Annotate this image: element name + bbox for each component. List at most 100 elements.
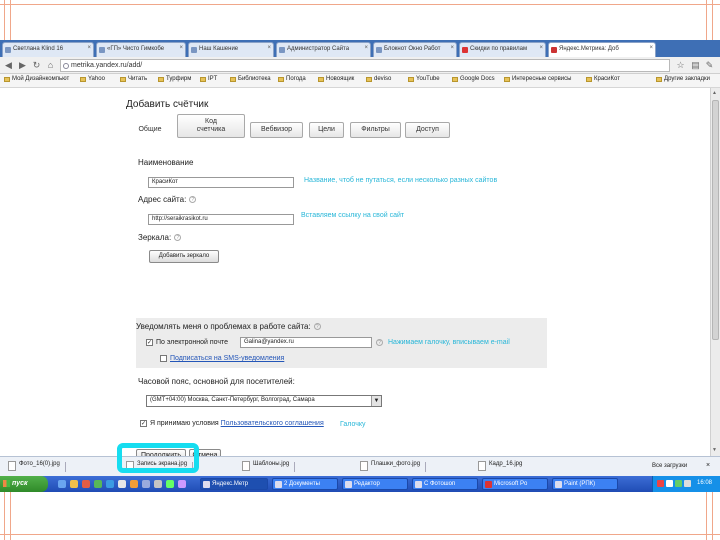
- download-item[interactable]: Кадр_16.jpg: [478, 461, 522, 473]
- notify-title: Уведомлять меня о проблемах в работе сай…: [136, 322, 321, 331]
- download-item[interactable]: Фото_16(0).jpg: [8, 461, 66, 473]
- tab-filters[interactable]: Фильтры: [350, 122, 401, 138]
- quicklaunch-icon[interactable]: [82, 480, 90, 488]
- bookmark-item[interactable]: Читать: [120, 76, 147, 82]
- tray-icon[interactable]: [666, 480, 673, 487]
- close-icon[interactable]: ×: [450, 45, 454, 51]
- quicklaunch-icon[interactable]: [142, 480, 150, 488]
- quicklaunch-icon[interactable]: [106, 480, 114, 488]
- timezone-select[interactable]: (GMT+04:00) Москва, Санкт-Петербург, Вол…: [146, 395, 382, 407]
- close-icon[interactable]: ×: [706, 462, 710, 469]
- sms-checkbox[interactable]: [160, 355, 167, 362]
- close-icon[interactable]: ×: [364, 45, 368, 51]
- reload-icon[interactable]: ↻: [31, 60, 42, 71]
- bookmark-item[interactable]: Турфирм: [158, 76, 191, 82]
- taskbar-button[interactable]: Microsoft Po: [482, 478, 548, 490]
- file-icon: [242, 461, 250, 471]
- agree-checkbox[interactable]: ✓: [140, 420, 147, 427]
- folder-icon: [278, 77, 284, 82]
- tab-general[interactable]: Общие: [126, 122, 174, 138]
- email-checkbox[interactable]: ✓: [146, 339, 153, 346]
- home-icon[interactable]: ⌂: [45, 60, 56, 71]
- browser-tab[interactable]: Светлана Klind 16 ×: [2, 42, 94, 57]
- bookmark-item[interactable]: Другие закладки: [656, 76, 710, 82]
- scroll-thumb[interactable]: [712, 100, 719, 340]
- bookmark-item[interactable]: Google Docs: [452, 76, 495, 82]
- bookmark-item[interactable]: Погода: [278, 76, 306, 82]
- add-mirror-button[interactable]: Добавить зеркало: [149, 250, 219, 263]
- tray-icon[interactable]: [657, 480, 664, 487]
- bookmark-item[interactable]: IPT: [200, 76, 217, 82]
- browser-tab-active[interactable]: Яндекс.Метрика: Доб ×: [548, 42, 656, 57]
- taskbar-button[interactable]: Яндекс.Метр: [200, 478, 268, 490]
- quicklaunch-icon[interactable]: [166, 480, 174, 488]
- quicklaunch-icon[interactable]: [70, 480, 78, 488]
- bookmark-item[interactable]: deviso: [366, 76, 391, 82]
- scroll-down-icon[interactable]: ▼: [712, 447, 719, 454]
- taskbar-button[interactable]: Paint (РПК): [552, 478, 618, 490]
- page-menu-icon[interactable]: ▤: [690, 60, 701, 71]
- sms-subscribe-link[interactable]: Подписаться на SMS-уведомления: [170, 355, 284, 362]
- back-icon[interactable]: ◀: [3, 60, 14, 71]
- taskbar-button[interactable]: Редактор: [342, 478, 408, 490]
- tray-icon[interactable]: [684, 480, 691, 487]
- bookmark-item[interactable]: Интересные сервисы: [504, 76, 571, 82]
- wrench-icon[interactable]: ✎: [704, 60, 715, 71]
- quicklaunch-icon[interactable]: [154, 480, 162, 488]
- name-input[interactable]: КрасиКот: [148, 177, 294, 188]
- taskbar-button[interactable]: С Фотошоп: [412, 478, 478, 490]
- favicon-icon: [551, 47, 557, 53]
- quicklaunch-icon[interactable]: [178, 480, 186, 488]
- email-input[interactable]: Galina@yandex.ru: [240, 337, 372, 348]
- browser-tab[interactable]: Блокнот Окно Работ ×: [373, 42, 457, 57]
- quicklaunch-icon[interactable]: [58, 480, 66, 488]
- tray-icon[interactable]: [675, 480, 682, 487]
- app-icon: [203, 481, 210, 488]
- help-icon[interactable]: ?: [313, 323, 321, 331]
- tab-goals[interactable]: Цели: [309, 122, 344, 138]
- bookmark-item[interactable]: КрасиКот: [586, 76, 620, 82]
- page-title: Добавить счётчик: [126, 99, 209, 110]
- file-icon: [478, 461, 486, 471]
- bookmark-item[interactable]: Новоящик: [318, 76, 354, 82]
- close-icon[interactable]: ×: [539, 45, 543, 51]
- quicklaunch-icon[interactable]: [118, 480, 126, 488]
- browser-tab[interactable]: Наш Кашение ×: [188, 42, 274, 57]
- download-item[interactable]: Плашки_фото.jpg: [360, 461, 427, 473]
- forward-icon[interactable]: ▶: [17, 60, 28, 71]
- clock[interactable]: 16:08: [697, 480, 712, 486]
- close-icon[interactable]: ×: [87, 45, 91, 51]
- scroll-up-icon[interactable]: ▲: [712, 90, 719, 97]
- close-icon[interactable]: ×: [649, 45, 653, 51]
- tab-webvisor[interactable]: Вебвизор: [250, 122, 303, 138]
- vertical-scrollbar[interactable]: ▲ ▼: [710, 88, 720, 456]
- agreement-link[interactable]: Пользовательского соглашения: [221, 420, 324, 427]
- quicklaunch-icon[interactable]: [94, 480, 102, 488]
- bookmark-item[interactable]: Библиотека: [230, 76, 271, 82]
- start-button[interactable]: пуск: [0, 476, 48, 492]
- star-icon[interactable]: ☆: [675, 60, 686, 71]
- close-icon[interactable]: ×: [267, 45, 271, 51]
- browser-tab[interactable]: Администратор Сайта ×: [276, 42, 371, 57]
- browser-tab[interactable]: Скидки по правилам ×: [459, 42, 546, 57]
- all-downloads-link[interactable]: Все загрузки: [652, 463, 687, 469]
- help-icon[interactable]: ?: [189, 196, 197, 204]
- tab-counter-code[interactable]: Код счетчика: [177, 114, 245, 138]
- help-icon[interactable]: ?: [376, 339, 383, 346]
- download-item[interactable]: Шаблоны.jpg: [242, 461, 296, 473]
- quicklaunch-icon[interactable]: [130, 480, 138, 488]
- chevron-down-icon[interactable]: ▼: [371, 396, 381, 406]
- taskbar-button[interactable]: 2 Документы: [272, 478, 338, 490]
- slide-frame: Светлана Klind 16 × «ГП» Чисто Гимкобе × Н…: [0, 0, 720, 540]
- bookmark-item[interactable]: Мой Дизайнкомпьют: [4, 76, 69, 82]
- tab-access[interactable]: Доступ: [405, 122, 450, 138]
- site-url-input[interactable]: http://seraikrasikot.ru: [148, 214, 294, 225]
- close-icon[interactable]: ×: [179, 45, 183, 51]
- bookmark-item[interactable]: Yahoo: [80, 76, 105, 82]
- folder-icon: [4, 77, 10, 82]
- browser-tab[interactable]: «ГП» Чисто Гимкобе ×: [96, 42, 186, 57]
- page-content: Добавить счётчик Общие Код счетчика Вебв…: [0, 88, 710, 463]
- bookmark-item[interactable]: YouTube: [408, 76, 440, 82]
- url-input[interactable]: metrika.yandex.ru/add/: [60, 59, 670, 72]
- help-icon[interactable]: ?: [174, 234, 182, 242]
